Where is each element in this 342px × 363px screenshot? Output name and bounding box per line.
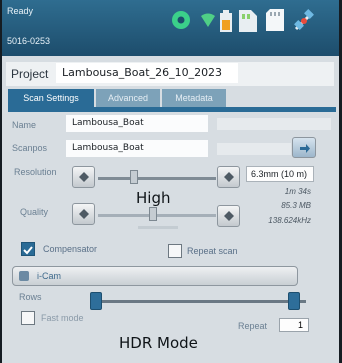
- tab-scan-settings[interactable]: Scan Settings: [8, 89, 94, 107]
- project-row: Project Lambousa_Boat_26_10_2023: [6, 62, 334, 86]
- rows-label: Rows: [19, 292, 42, 302]
- compensator-label: Compensator: [43, 244, 98, 254]
- resolution-value: 6.3mm (10 m): [246, 166, 314, 182]
- quality-slider-track[interactable]: [98, 214, 216, 217]
- arrow-right-icon: [300, 144, 310, 153]
- settings-tabs: Scan Settings Advanced Metadata: [8, 89, 338, 107]
- quality-decrease-button[interactable]: [72, 203, 95, 225]
- resolution-slider-thumb[interactable]: [130, 170, 138, 184]
- fast-mode-label: Fast mode: [41, 313, 84, 323]
- diamond-left-icon: [79, 209, 89, 219]
- settings-icon[interactable]: [170, 9, 192, 36]
- rows-range-end-handle[interactable]: [288, 292, 300, 310]
- camera-icon: [19, 271, 29, 281]
- scanpos-field[interactable]: Lambousa_Boat: [66, 140, 208, 157]
- project-label: Project: [11, 67, 49, 81]
- scanpos-next-button[interactable]: [292, 137, 316, 158]
- scanpos-field-extension: [217, 143, 291, 155]
- scan-duration: 1m 34s: [284, 187, 311, 196]
- status-bar: Ready 5016-0253: [2, 0, 339, 56]
- quality-slider-caption: [138, 226, 178, 229]
- diamond-left-icon: [79, 172, 89, 182]
- resolution-increase-button[interactable]: [217, 166, 240, 188]
- scanpos-label: Scanpos: [12, 143, 48, 153]
- resolution-overlay-label: High: [136, 189, 171, 207]
- fast-mode-checkbox[interactable]: [21, 311, 35, 325]
- repeat-scan-label: Repeat scan: [187, 246, 238, 256]
- repeat-scan-checkbox[interactable]: [168, 244, 182, 258]
- tab-divider: [8, 107, 336, 112]
- scan-size: 85.3 MB: [281, 201, 311, 210]
- compensator-checkbox[interactable]: [21, 242, 35, 256]
- name-field-extension: [217, 118, 331, 130]
- tab-metadata[interactable]: Metadata: [162, 89, 226, 107]
- scanner-screen: Ready 5016-0253 Project Lambousa_Boat_26…: [2, 0, 339, 363]
- rows-range-start-handle[interactable]: [90, 292, 102, 310]
- resolution-slider-track[interactable]: [98, 177, 216, 180]
- repeat-count-field[interactable]: 1: [279, 318, 309, 332]
- project-name-field[interactable]: Lambousa_Boat_26_10_2023: [56, 63, 238, 83]
- memory-card-icon: [266, 9, 284, 36]
- wifi-icon: [198, 11, 218, 36]
- tab-advanced[interactable]: Advanced: [96, 89, 160, 107]
- quality-increase-button[interactable]: [217, 205, 240, 227]
- name-field[interactable]: Lambousa_Boat: [66, 115, 208, 132]
- sd-card-icon: [239, 10, 257, 37]
- quality-label: Quality: [20, 207, 49, 217]
- resolution-label: Resolution: [14, 167, 57, 177]
- quality-slider-thumb[interactable]: [149, 207, 157, 221]
- battery-icon: [220, 10, 232, 37]
- repeat-label: Repeat: [238, 321, 268, 331]
- status-icons: [170, 9, 338, 35]
- diamond-right-icon: [224, 172, 234, 182]
- resolution-decrease-button[interactable]: [72, 166, 95, 188]
- rows-range-track[interactable]: [94, 300, 306, 303]
- device-serial: 5016-0253: [7, 36, 51, 46]
- diamond-right-icon: [224, 211, 234, 221]
- satellite-icon: [292, 9, 316, 38]
- scan-rate: 138.624kHz: [268, 216, 311, 225]
- device-status: Ready: [7, 6, 34, 16]
- camera-label: i-Cam: [37, 271, 61, 281]
- name-label: Name: [12, 120, 37, 130]
- hdr-mode-annotation: HDR Mode: [119, 334, 198, 352]
- checkmark-icon: [23, 246, 33, 255]
- camera-select-button[interactable]: i-Cam: [12, 266, 298, 286]
